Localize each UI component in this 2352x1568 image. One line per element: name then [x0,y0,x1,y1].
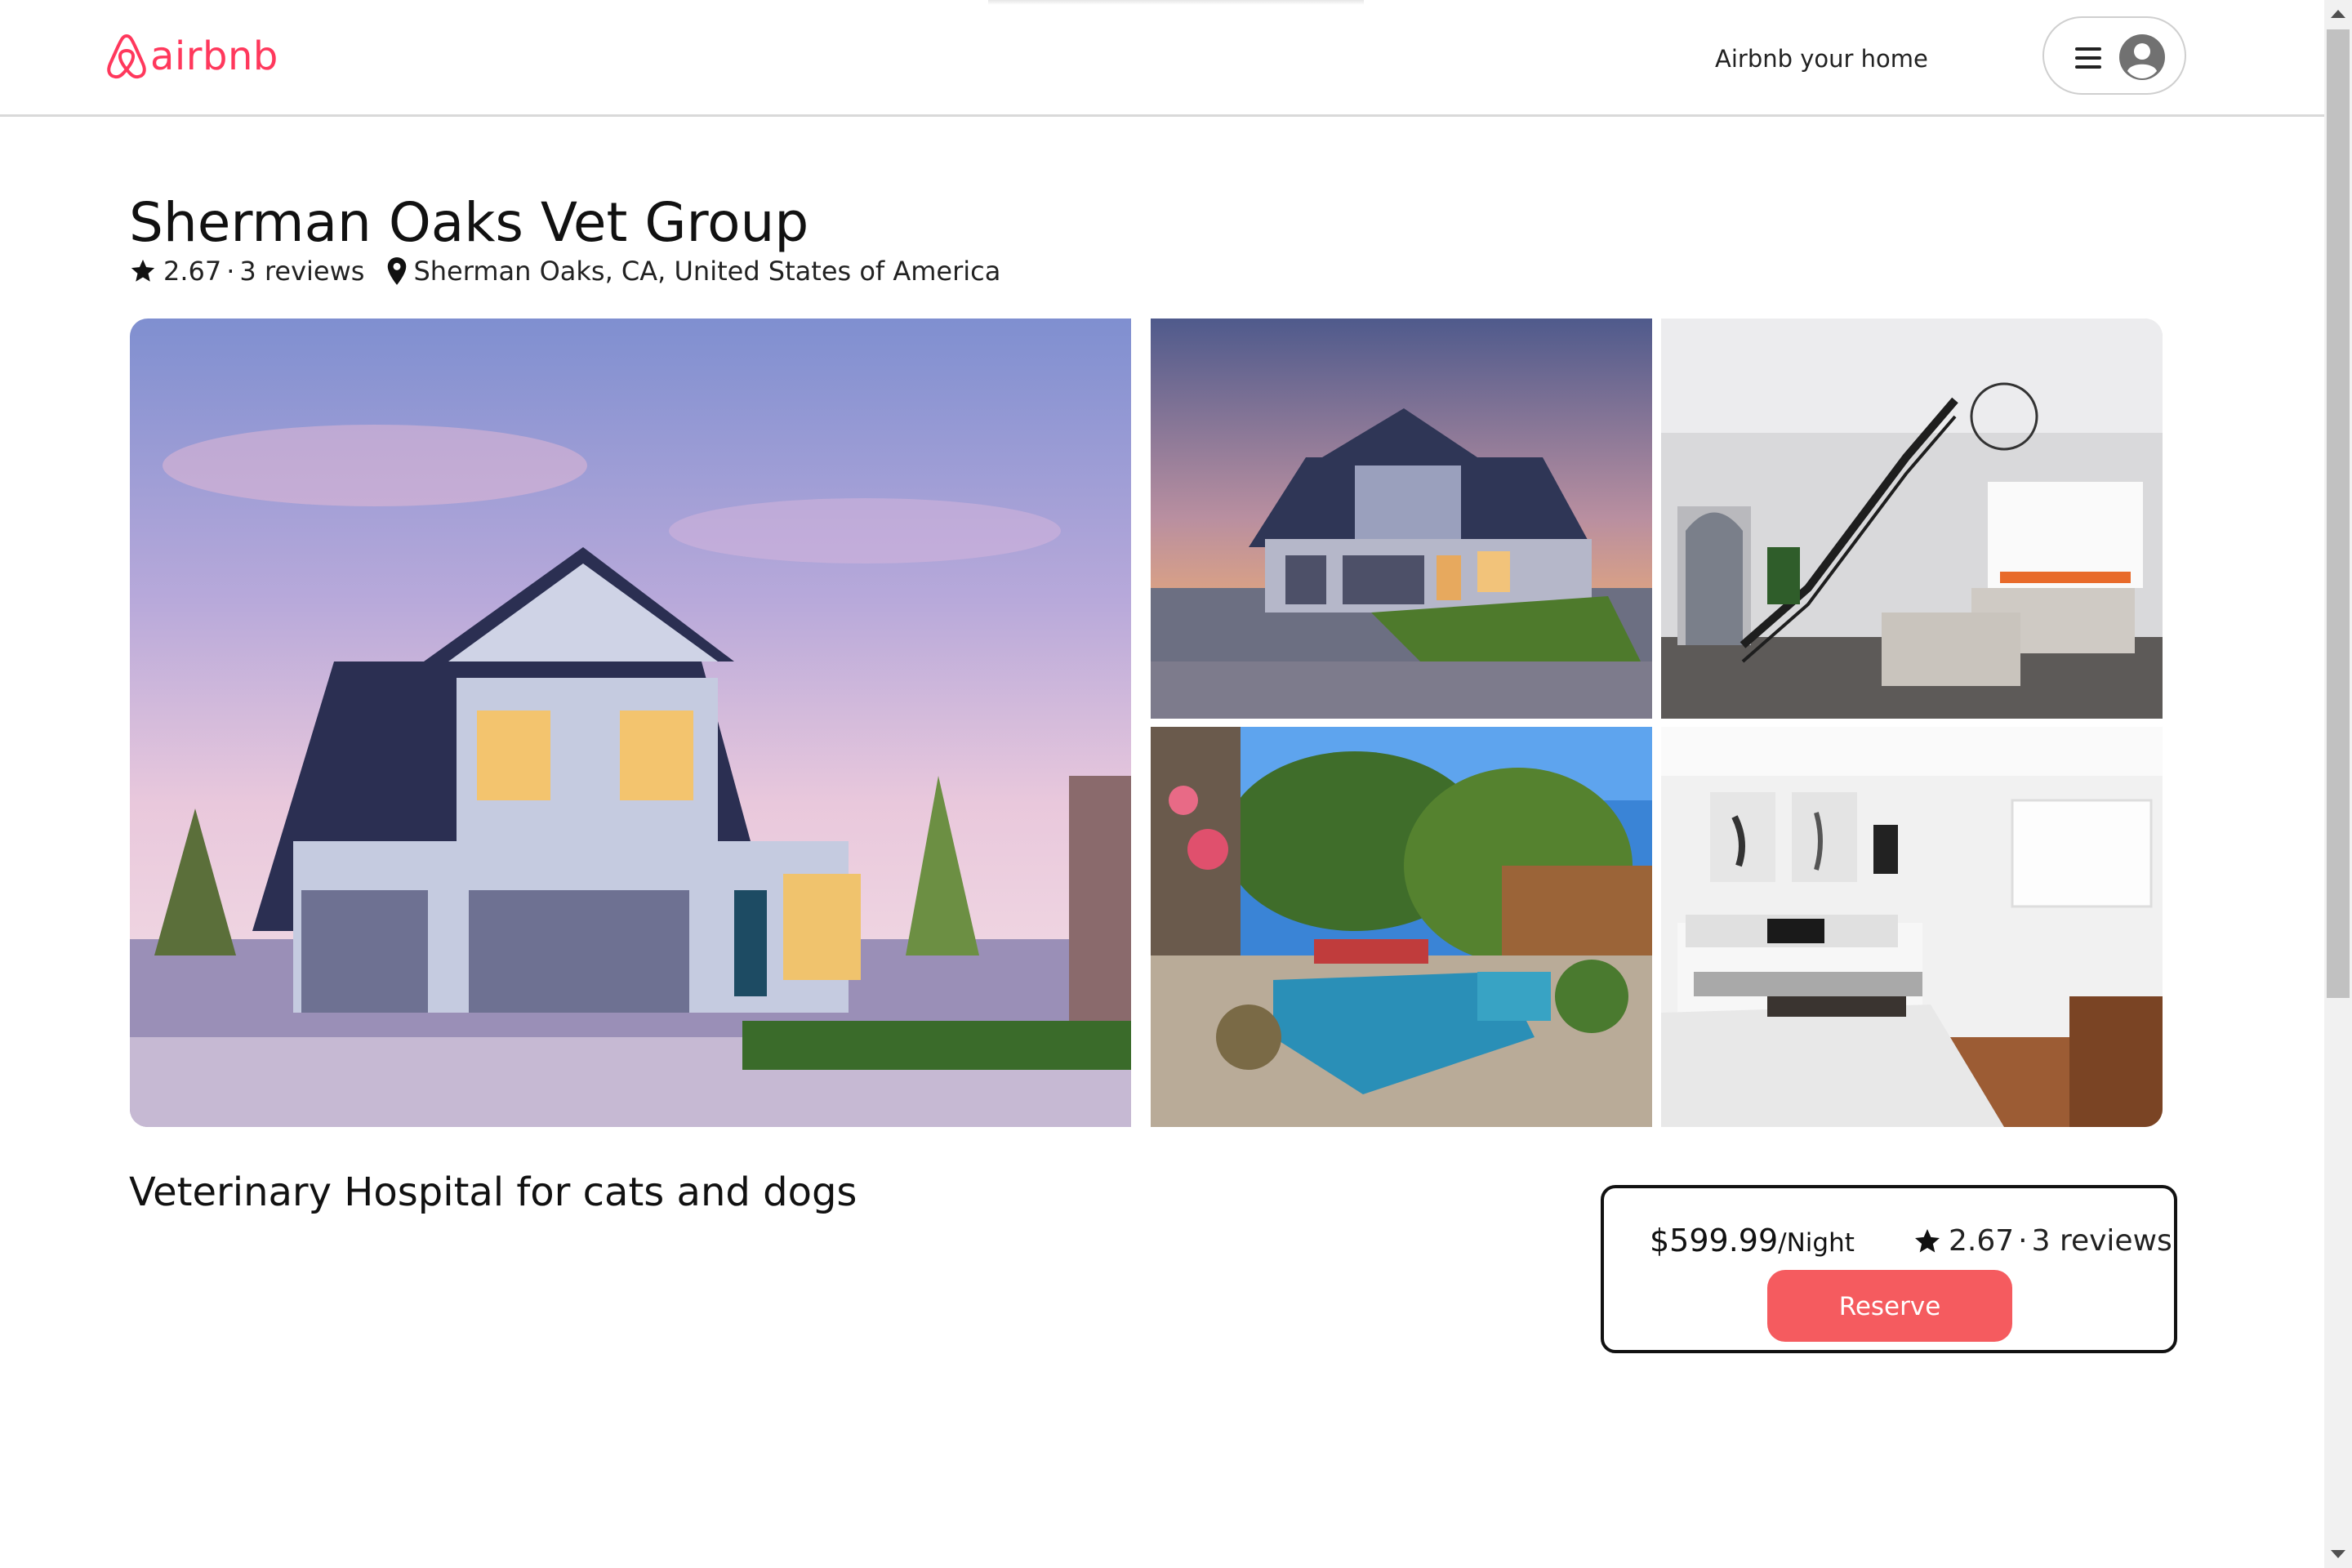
airbnb-logo[interactable]: airbnb [105,31,278,82]
reserve-button[interactable]: Reserve [1767,1270,2012,1342]
user-menu-button[interactable] [2042,16,2186,95]
separator-dot: · [2018,1224,2028,1258]
booking-rating: 2.67 · 3 reviews [1913,1224,2172,1258]
hamburger-menu-icon [2075,47,2101,69]
price-unit: /Night [1778,1228,1855,1258]
logo-text: airbnb [150,33,278,79]
gallery-image-3[interactable] [1661,318,2163,719]
star-icon [131,259,155,282]
house-dusk-image [1151,318,1652,719]
booking-rating-value: 2.67 [1949,1224,2015,1258]
listing-rating: 2.67 [163,256,222,287]
listing-title: Sherman Oaks Vet Group [129,191,809,255]
airbnb-logo-icon [107,34,146,79]
gallery-image-5[interactable] [1661,727,2163,1127]
scroll-down-arrow-icon[interactable] [2331,1550,2345,1558]
star-icon [1915,1228,1940,1252]
scroll-up-arrow-icon[interactable] [2331,10,2345,18]
bedroom-image [1661,727,2163,1127]
top-navbar: airbnb Airbnb your home [0,0,2324,117]
booking-reviews[interactable]: 3 reviews [2032,1224,2172,1258]
gallery-image-main[interactable] [130,318,1131,1127]
listing-description: Veterinary Hospital for cats and dogs [129,1169,858,1215]
separator-dot: · [226,256,235,287]
house-exterior-image [130,318,1131,1127]
booking-card: $599.99/Night 2.67 · 3 reviews Reserve [1601,1185,2177,1353]
listing-location[interactable]: Sherman Oaks, CA, United States of Ameri… [413,256,1000,287]
location-pin-icon [388,257,407,285]
listing-meta: 2.67 · 3 reviews Sherman Oaks, CA, Unite… [129,253,1000,289]
backyard-pool-image [1151,727,1652,1127]
top-shadow [988,0,1364,5]
gallery-image-4[interactable] [1151,727,1652,1127]
user-avatar-icon [2119,34,2165,80]
gallery-image-2[interactable] [1151,318,1652,719]
listing-reviews[interactable]: 3 reviews [239,256,364,287]
price-per-night: $599.99/Night [1650,1223,1855,1258]
living-room-image [1661,318,2163,719]
airbnb-your-home-link[interactable]: Airbnb your home [1715,45,1928,73]
price-amount: $599.99 [1650,1223,1779,1258]
scrollbar-thumb[interactable] [2327,29,2350,998]
page-scrollbar[interactable] [2324,0,2352,1568]
